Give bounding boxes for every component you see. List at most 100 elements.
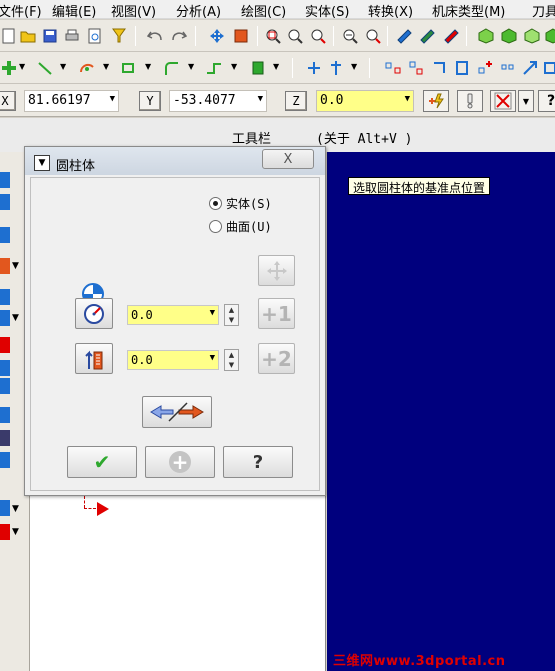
op-icon-9[interactable] <box>0 378 10 394</box>
menu-analyze[interactable]: 分析(A) <box>176 1 221 18</box>
y-axis-button[interactable]: Y <box>139 91 161 111</box>
solid-extrude-icon[interactable] <box>249 59 267 77</box>
height-button[interactable] <box>75 343 113 374</box>
point-plus-icon[interactable] <box>0 59 18 77</box>
reverse-direction-button[interactable] <box>142 396 212 428</box>
chevron-down-icon[interactable]: ▼ <box>210 308 215 318</box>
chevron-down-icon[interactable]: ▼ <box>405 94 410 104</box>
op-icon-13[interactable] <box>0 500 10 516</box>
rotate-icon[interactable] <box>407 59 425 77</box>
radius-button[interactable] <box>75 298 113 329</box>
cube-right-icon[interactable] <box>544 27 555 45</box>
line-dropdown-arrow[interactable]: ▼ <box>60 62 66 71</box>
op-icon-3[interactable] <box>0 227 10 243</box>
new-file-icon[interactable] <box>0 27 18 45</box>
chevron-down-icon[interactable]: ▼ <box>12 527 19 537</box>
print-icon[interactable] <box>63 27 81 45</box>
chevron-down-icon[interactable]: ▼ <box>210 353 215 363</box>
arc-icon[interactable] <box>78 59 96 77</box>
insert-arrow-icon[interactable] <box>97 502 109 516</box>
view-side-icon[interactable] <box>442 27 460 45</box>
axis-icon[interactable] <box>327 59 345 77</box>
chevron-down-icon[interactable]: ▼ <box>110 94 115 104</box>
view-top-icon[interactable] <box>395 27 413 45</box>
solid-radio[interactable]: 实体(S) <box>209 195 272 212</box>
op-icon-8[interactable] <box>0 360 10 376</box>
dialog-titlebar[interactable]: ▼ 圆柱体 X <box>25 147 325 175</box>
cube-top-icon[interactable] <box>500 27 518 45</box>
help-button[interactable]: ? <box>223 446 293 478</box>
fast-point-button[interactable] <box>423 90 449 112</box>
radius-spinner[interactable]: ▲ ▼ <box>224 304 239 326</box>
view-front-icon[interactable] <box>418 27 436 45</box>
rectangle-dropdown-arrow[interactable]: ▼ <box>145 62 151 71</box>
plus-one-button[interactable]: +1 <box>258 298 295 329</box>
arc-dropdown-arrow[interactable]: ▼ <box>103 62 109 71</box>
op-icon-14[interactable] <box>0 524 10 540</box>
offset-icon[interactable] <box>453 59 471 77</box>
ok-button[interactable]: ✔ <box>67 446 137 478</box>
chevron-down-icon[interactable]: ▼ <box>258 94 263 104</box>
trim-dropdown-arrow[interactable]: ▼ <box>231 62 237 71</box>
menu-file[interactable]: 文件(F) <box>0 1 42 18</box>
transform-icon[interactable] <box>521 59 539 77</box>
z-axis-button[interactable]: Z <box>285 91 307 111</box>
translate-icon[interactable] <box>476 59 494 77</box>
pan-icon[interactable] <box>208 27 226 45</box>
fillet-icon[interactable] <box>162 59 180 77</box>
save-icon[interactable] <box>41 27 59 45</box>
zoom-out-icon[interactable] <box>309 27 327 45</box>
op-icon-5[interactable] <box>0 289 10 305</box>
array-icon[interactable] <box>499 59 517 77</box>
open-folder-icon[interactable] <box>19 27 37 45</box>
menu-tool[interactable]: 刀具 <box>532 1 555 18</box>
rectangle-icon[interactable] <box>119 59 137 77</box>
redo-icon[interactable] <box>170 27 188 45</box>
exclamation-button[interactable] <box>457 90 483 112</box>
close-button[interactable]: X <box>262 149 314 169</box>
apply-button[interactable]: + <box>145 446 215 478</box>
collapse-icon[interactable]: ▼ <box>34 155 50 171</box>
op-icon-4[interactable] <box>0 258 10 274</box>
menu-edit[interactable]: 编辑(E) <box>52 1 96 18</box>
surface-radio[interactable]: 曲面(U) <box>209 218 272 235</box>
zoom-fit-icon[interactable] <box>286 27 304 45</box>
radius-field[interactable]: 0.0 ▼ <box>127 305 219 325</box>
cancel-cross-button[interactable] <box>490 90 516 112</box>
z-coordinate-field[interactable]: 0.0 ▼ <box>316 90 414 112</box>
undo-icon[interactable] <box>146 27 164 45</box>
move-base-button[interactable] <box>258 255 295 286</box>
height-spinner[interactable]: ▲ ▼ <box>224 349 239 371</box>
op-icon-10[interactable] <box>0 407 10 423</box>
cube-front-icon[interactable] <box>523 27 541 45</box>
scale-icon[interactable] <box>430 59 448 77</box>
menu-transform[interactable]: 转换(X) <box>368 1 413 18</box>
help-button[interactable]: ? <box>538 90 555 112</box>
menu-view[interactable]: 视图(V) <box>111 1 156 18</box>
x-coordinate-field[interactable]: 81.66197 ▼ <box>24 90 119 112</box>
op-icon-1[interactable] <box>0 172 10 188</box>
shade-icon[interactable] <box>232 27 250 45</box>
op-icon-2[interactable] <box>0 194 10 210</box>
menu-machine-type[interactable]: 机床类型(M) <box>432 1 505 18</box>
chevron-down-icon[interactable]: ▼ <box>518 90 534 112</box>
solid-dropdown-arrow[interactable]: ▼ <box>273 62 279 71</box>
menu-draw[interactable]: 绘图(C) <box>241 1 286 18</box>
cube-iso-icon[interactable] <box>477 27 495 45</box>
graphics-viewport[interactable] <box>327 152 555 671</box>
op-icon-12[interactable] <box>0 452 10 468</box>
op-icon-6[interactable] <box>0 310 10 326</box>
op-icon-7[interactable] <box>0 337 10 353</box>
zoom-previous-icon[interactable] <box>341 27 359 45</box>
menu-solid[interactable]: 实体(S) <box>305 1 349 18</box>
point-dropdown-arrow[interactable]: ▼ <box>19 62 25 71</box>
chevron-down-icon[interactable]: ▼ <box>12 504 19 514</box>
trim-icon[interactable] <box>205 59 223 77</box>
chevron-down-icon[interactable]: ▼ <box>12 313 19 323</box>
op-icon-11[interactable] <box>0 430 10 446</box>
analyze-icon[interactable] <box>305 59 323 77</box>
zoom-window-icon[interactable] <box>264 27 282 45</box>
x-axis-button[interactable]: X <box>0 91 16 111</box>
y-coordinate-field[interactable]: -53.4077 ▼ <box>169 90 267 112</box>
chevron-down-icon[interactable]: ▼ <box>12 261 19 271</box>
